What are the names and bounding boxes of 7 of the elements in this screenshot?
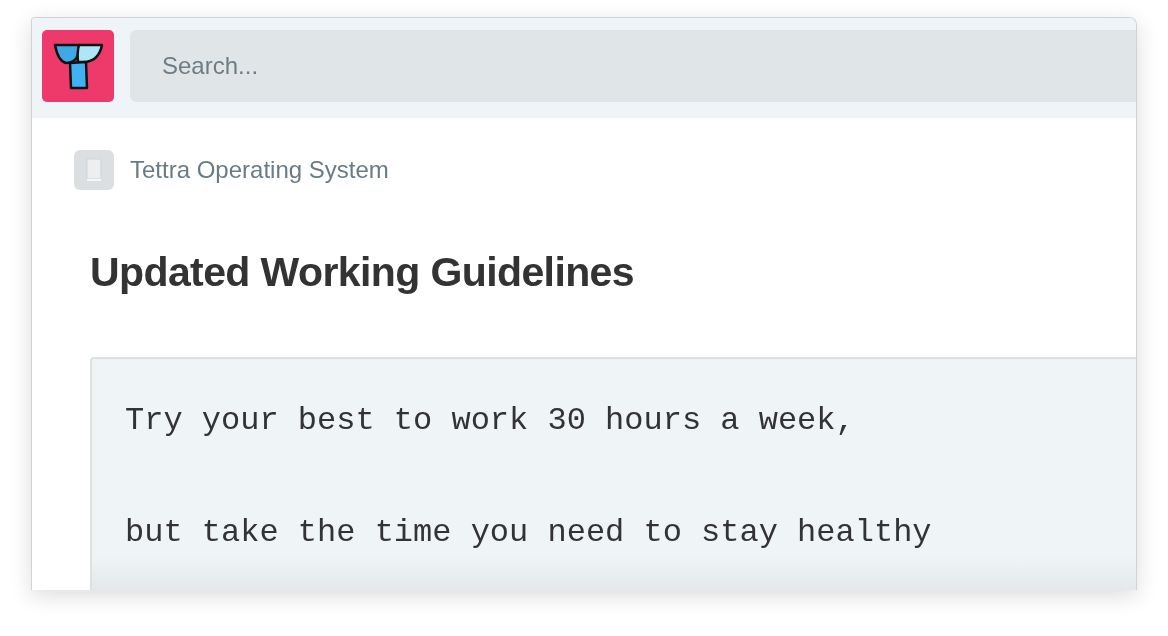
book-icon xyxy=(74,150,114,190)
breadcrumb-link[interactable]: Tettra Operating System xyxy=(130,156,389,184)
page-title: Updated Working Guidelines xyxy=(90,248,636,296)
code-line: Try your best to work 30 hours a week, xyxy=(125,401,856,441)
code-line: but take the time you need to stay healthy xyxy=(125,513,933,553)
logo-icon[interactable] xyxy=(42,30,114,102)
search-field[interactable]: Search... xyxy=(130,30,1136,102)
